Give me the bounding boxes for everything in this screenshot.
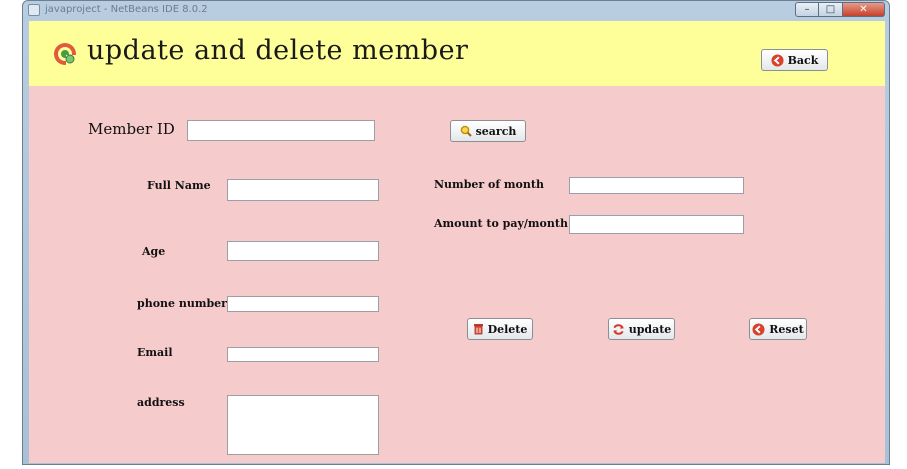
amount-per-month-label: Amount to pay/month: [434, 217, 568, 230]
email-label: Email: [137, 346, 173, 359]
update-button-label: update: [628, 322, 672, 336]
form-panel: Member ID search Full Name Age phone num…: [29, 86, 885, 463]
refresh-icon: [613, 323, 624, 335]
window-title: javaproject - NetBeans IDE 8.0.2: [45, 4, 208, 15]
age-label: Age: [142, 245, 166, 258]
reset-button[interactable]: Reset: [749, 318, 807, 340]
arrow-left-icon: [771, 53, 784, 67]
page-title: update and delete member: [87, 35, 469, 66]
arrow-left-icon: [752, 322, 765, 336]
search-button-label: search: [475, 124, 517, 138]
content-area: update and delete member Back Member ID …: [29, 21, 885, 463]
back-button-label: Back: [787, 53, 819, 67]
address-label: address: [137, 396, 185, 409]
delete-button[interactable]: Delete: [467, 318, 533, 340]
update-button[interactable]: update: [608, 318, 675, 340]
app-window: javaproject - NetBeans IDE 8.0.2 – □ ✕ u…: [22, 0, 890, 465]
number-of-month-label: Number of month: [434, 178, 544, 191]
java-icon: [28, 4, 40, 16]
amount-per-month-field[interactable]: [569, 215, 744, 234]
reset-button-label: Reset: [769, 322, 804, 336]
minimize-button[interactable]: –: [795, 2, 819, 17]
search-button[interactable]: search: [450, 120, 526, 142]
phone-number-field[interactable]: [227, 296, 379, 312]
phone-number-label: phone number: [137, 297, 227, 310]
header-bar: update and delete member Back: [29, 21, 885, 86]
window-controls: – □ ✕: [795, 2, 885, 17]
title-bar[interactable]: javaproject - NetBeans IDE 8.0.2 – □ ✕: [23, 1, 889, 19]
gear-icon: [54, 43, 76, 65]
number-of-month-field[interactable]: [569, 177, 744, 194]
delete-button-label: Delete: [487, 322, 528, 336]
trash-icon: [473, 324, 483, 335]
address-textarea[interactable]: [227, 395, 379, 455]
full-name-field[interactable]: [227, 179, 379, 201]
member-id-field[interactable]: [187, 120, 375, 141]
close-button[interactable]: ✕: [843, 2, 885, 17]
email-field[interactable]: [227, 347, 379, 362]
member-id-label: Member ID: [88, 120, 175, 138]
age-field[interactable]: [227, 241, 379, 261]
search-icon: [460, 125, 472, 137]
full-name-label: Full Name: [147, 179, 211, 192]
maximize-button[interactable]: □: [819, 2, 843, 17]
back-button[interactable]: Back: [761, 49, 828, 71]
